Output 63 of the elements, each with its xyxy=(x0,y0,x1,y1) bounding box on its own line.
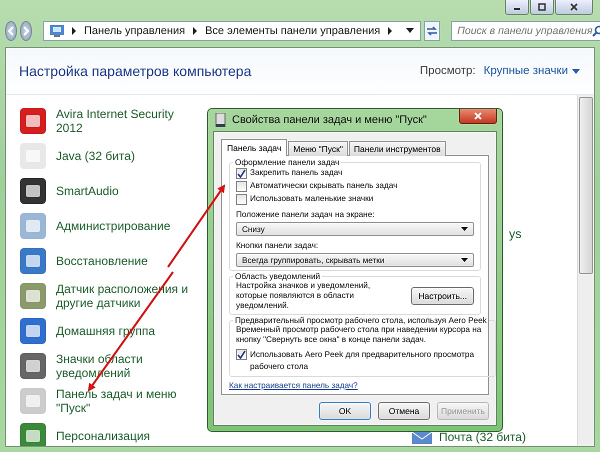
control-panel-item[interactable]: Восстановление xyxy=(56,254,148,268)
minimize-button[interactable] xyxy=(505,0,529,15)
checkbox-label: Закрепить панель задач xyxy=(250,167,342,179)
position-dropdown[interactable]: Снизу xyxy=(236,222,474,236)
description-text: Временный просмотр рабочего стола при наведении курсора на кнопку "Свернуть все окна" в конце панели задач. xyxy=(236,325,482,345)
checkbox[interactable] xyxy=(236,168,247,178)
control-panel-item[interactable]: Панель задач и меню "Пуск" xyxy=(56,386,196,414)
breadcrumb[interactable]: Панель управления xyxy=(84,25,186,37)
maximize-button[interactable] xyxy=(530,0,554,15)
caret-icon xyxy=(461,258,468,262)
scrollbar-thumb[interactable] xyxy=(579,97,593,274)
control-panel-item[interactable]: SmartAudio xyxy=(56,184,119,198)
field-label: Кнопки панели задач: xyxy=(236,240,320,252)
description-text: Настройка значков и уведомлений, которые появляются в области уведомлений. xyxy=(236,281,372,311)
dropdown-icon[interactable] xyxy=(406,28,414,34)
field-label: Положение панели задач на экране: xyxy=(236,209,376,221)
checkbox[interactable] xyxy=(236,194,247,204)
checkbox[interactable] xyxy=(236,180,247,192)
search-field[interactable]: Поиск в панели управления xyxy=(451,21,600,41)
dialog-button[interactable]: Отмена xyxy=(378,402,430,420)
back-button[interactable] xyxy=(5,21,17,41)
chevron-icon xyxy=(191,27,200,35)
chevron-icon xyxy=(70,27,78,35)
caret-icon xyxy=(461,227,468,231)
chevron-icon xyxy=(386,27,394,35)
control-panel-item[interactable]: Персонализация xyxy=(56,428,150,442)
dialog-button[interactable]: OK xyxy=(319,402,371,420)
checkbox[interactable] xyxy=(236,349,247,360)
close-icon xyxy=(473,112,483,120)
refresh-button[interactable] xyxy=(424,21,440,41)
control-panel-icon xyxy=(50,25,64,37)
forward-button[interactable] xyxy=(20,21,32,41)
checkbox-label: Использовать маленькие значки xyxy=(250,193,374,205)
customize-button[interactable]: Настроить... xyxy=(411,287,474,305)
group-title: Область уведомлений xyxy=(234,272,322,281)
item-label-fragment: ys xyxy=(509,227,522,241)
page-title: Настройка параметров компьютера xyxy=(19,63,252,79)
scrollbar[interactable] xyxy=(577,95,594,446)
checkbox-label: Использовать Aero Peek для предварительного просмотра рабочего стола xyxy=(250,349,475,373)
tab[interactable]: Панель задач xyxy=(221,139,288,156)
control-panel-item[interactable]: Администрирование xyxy=(56,218,170,232)
control-panel-item[interactable]: Avira Internet Security 2012 xyxy=(56,106,196,134)
tab[interactable]: Меню "Пуск" xyxy=(288,141,348,156)
maximize-icon xyxy=(537,3,547,11)
close-icon xyxy=(569,3,579,11)
caret-icon xyxy=(572,68,580,74)
close-button[interactable] xyxy=(459,109,497,124)
control-panel-item[interactable]: Java (32 бита) xyxy=(56,148,135,162)
view-label: Просмотр: xyxy=(420,65,476,77)
tab[interactable]: Панели инструментов xyxy=(348,141,446,156)
checkbox-label: Автоматически скрывать панель задач xyxy=(250,180,398,192)
grouping-dropdown[interactable]: Всегда группировать, скрывать метки xyxy=(236,253,474,267)
address-bar[interactable]: Панель управления Все элементы панели управления xyxy=(43,21,422,41)
view-dropdown[interactable]: Крупные значки xyxy=(484,65,580,77)
group-title: Предварительный просмотр рабочего стола, используя Aero Peek xyxy=(234,316,488,325)
breadcrumb[interactable]: Все элементы панели управления xyxy=(205,25,380,37)
dialog-title: Свойства панели задач и меню "Пуск" xyxy=(232,114,427,126)
close-button[interactable] xyxy=(555,0,593,15)
control-panel-item[interactable]: Почта (32 бита) xyxy=(439,430,526,444)
help-link[interactable]: Как настраивается панель задач? xyxy=(229,381,481,390)
refresh-icon xyxy=(425,25,440,37)
mail-icon xyxy=(411,430,433,444)
group-title: Оформление панели задач xyxy=(234,158,340,167)
